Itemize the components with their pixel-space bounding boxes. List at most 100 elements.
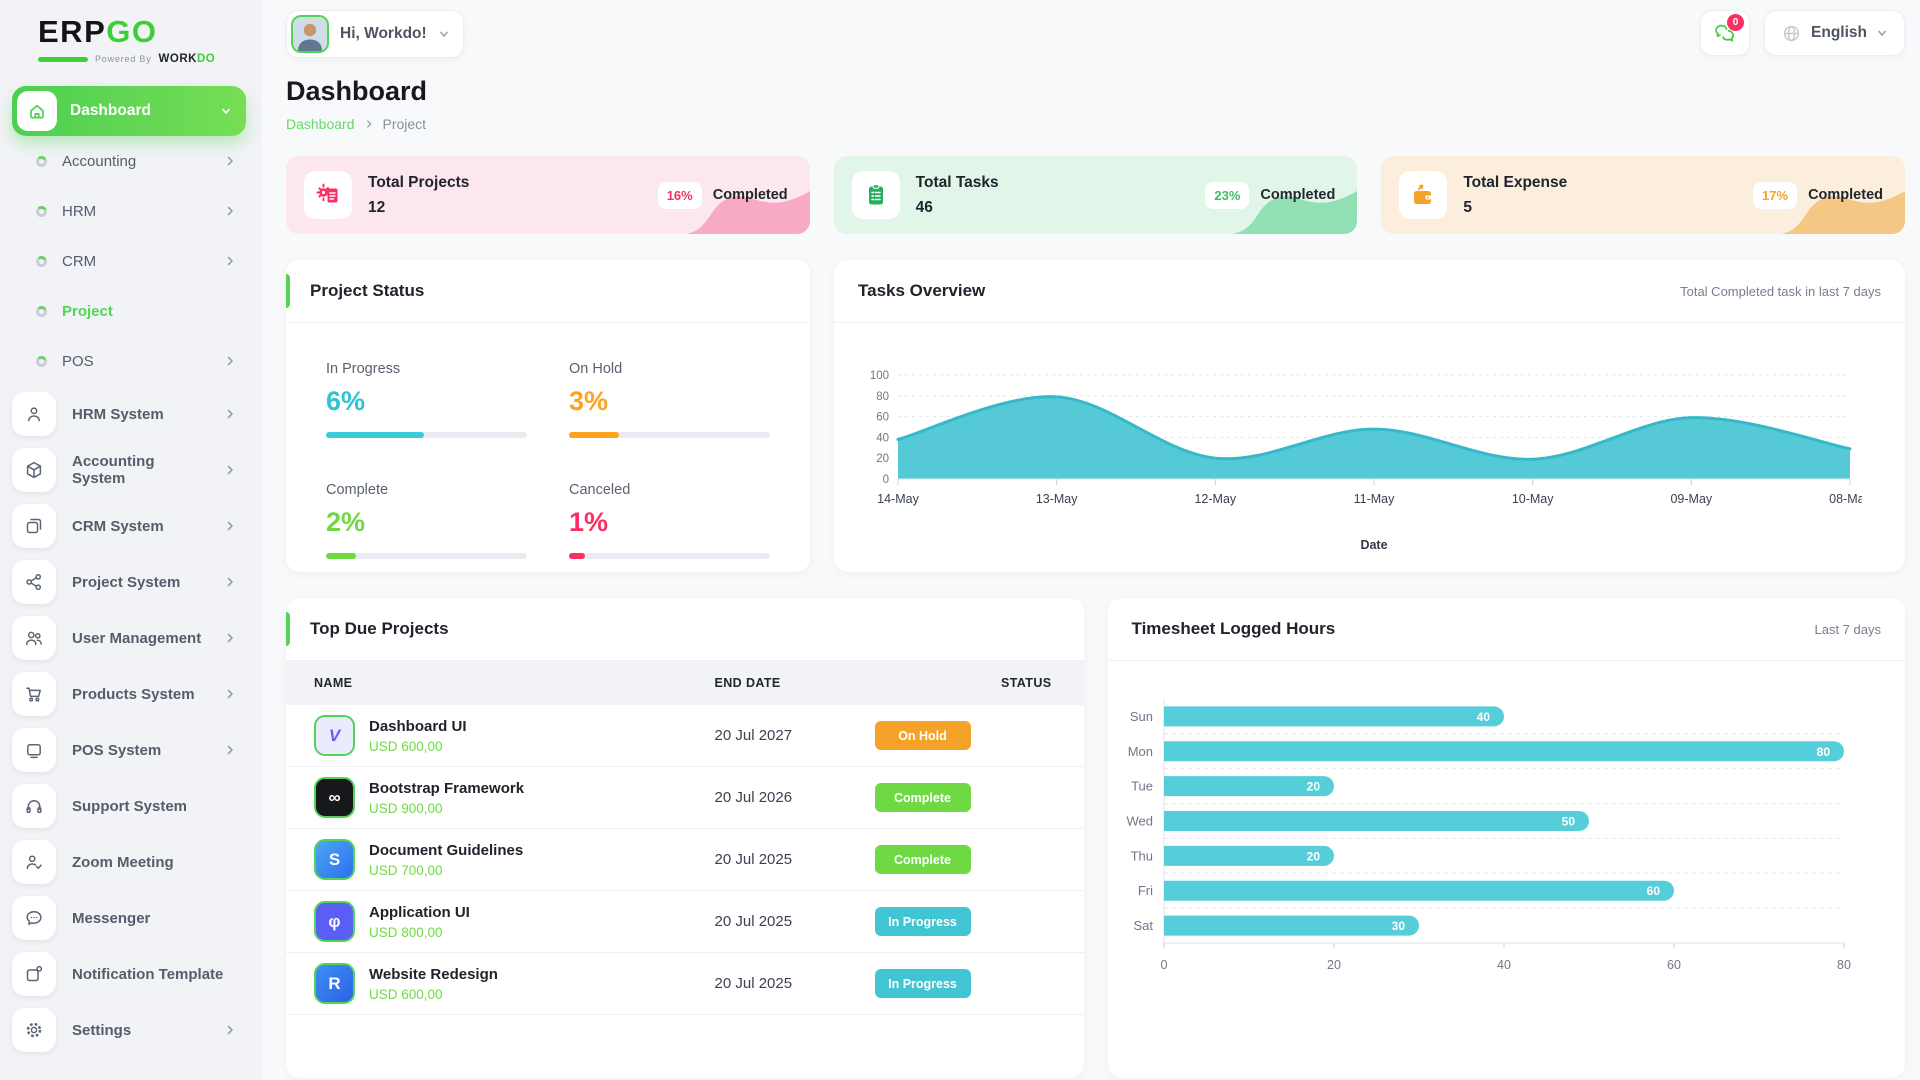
sidebar-item-notification-template[interactable]: Notification Template [12, 946, 246, 1002]
panel-title: Tasks Overview [858, 281, 985, 301]
svg-text:40: 40 [1497, 958, 1511, 972]
bullet-icon [36, 156, 47, 167]
table-row[interactable]: S Document Guidelines USD 700,00 20 Jul … [286, 829, 1084, 891]
stat-value: 12 [368, 199, 642, 217]
top-bar: Hi, Workdo! 0 English [286, 0, 1905, 58]
svg-text:0: 0 [1160, 958, 1167, 972]
progress-track [569, 432, 770, 438]
sidebar-item-crm[interactable]: CRM [12, 236, 246, 286]
layers-icon [12, 504, 56, 548]
project-end-date: 20 Jul 2026 [715, 789, 875, 806]
stat-card-total-projects: Total Projects 12 16% Completed [286, 156, 810, 234]
svg-text:0: 0 [883, 474, 889, 486]
stat-title: Total Projects [368, 174, 642, 192]
stat-card-total-tasks: Total Tasks 46 23% Completed [834, 156, 1358, 234]
tasks-overview-panel: Tasks Overview Total Completed task in l… [834, 260, 1905, 572]
sidebar-item-user-management[interactable]: User Management [12, 610, 246, 666]
svg-text:40: 40 [876, 432, 889, 444]
progress-fill [326, 432, 424, 438]
project-price: USD 600,00 [369, 739, 467, 754]
sidebar-item-pos-system[interactable]: POS System [12, 722, 246, 778]
project-avatar: S [314, 839, 355, 880]
sidebar-item-settings[interactable]: Settings [12, 1002, 246, 1058]
person-check-icon [12, 840, 56, 884]
table-row[interactable]: R Website Redesign USD 600,00 20 Jul 202… [286, 953, 1084, 1015]
bullet-icon [36, 306, 47, 317]
sidebar-item-support-system[interactable]: Support System [12, 778, 246, 834]
logo-wordmark: ERPGO [38, 16, 262, 47]
breadcrumb-dashboard-link[interactable]: Dashboard [286, 116, 355, 132]
stat-title: Total Tasks [916, 174, 1190, 192]
sidebar-item-hrm[interactable]: HRM [12, 186, 246, 236]
project-price: USD 600,00 [369, 987, 498, 1002]
svg-text:80: 80 [1837, 958, 1851, 972]
language-selector[interactable]: English [1764, 10, 1905, 56]
home-icon [17, 91, 57, 131]
chevron-right-icon [224, 576, 236, 588]
table-row[interactable]: ∞ Bootstrap Framework USD 900,00 20 Jul … [286, 767, 1084, 829]
stat-title: Total Expense [1463, 174, 1737, 192]
project-name: Document Guidelines [369, 842, 523, 859]
progress-fill [569, 553, 585, 559]
chevron-right-icon [224, 355, 236, 367]
sidebar-item-accounting-system[interactable]: Accounting System [12, 442, 246, 498]
cart-icon [12, 672, 56, 716]
svg-text:80: 80 [876, 391, 889, 403]
stat-completed-label: Completed [1808, 187, 1883, 203]
panel-title: Project Status [310, 281, 424, 301]
chevron-right-icon [224, 408, 236, 420]
chevron-right-icon [224, 464, 236, 476]
table-row[interactable]: V Dashboard UI USD 600,00 20 Jul 2027 On… [286, 705, 1084, 767]
stat-card-total-expense: Total Expense 5 17% Completed [1381, 156, 1905, 234]
svg-text:Date: Date [1360, 538, 1387, 552]
sidebar-item-project[interactable]: Project [12, 286, 246, 336]
app-logo[interactable]: ERPGO Powered By WORKDO [12, 0, 262, 86]
chevron-right-icon [224, 688, 236, 700]
project-price: USD 700,00 [369, 863, 523, 878]
bullet-icon [36, 206, 47, 217]
svg-text:Thu: Thu [1130, 848, 1152, 863]
notification-count-badge: 0 [1727, 14, 1744, 31]
top-due-projects-panel: Top Due Projects NAME END DATE STATUS V … [286, 598, 1084, 1078]
table-row[interactable]: φ Application UI USD 800,00 20 Jul 2025 … [286, 891, 1084, 953]
project-avatar: φ [314, 901, 355, 942]
sidebar-item-accounting[interactable]: Accounting [12, 136, 246, 186]
svg-text:10-May: 10-May [1512, 492, 1554, 506]
sidebar-item-zoom-meeting[interactable]: Zoom Meeting [12, 834, 246, 890]
stat-completed-label: Completed [1260, 187, 1335, 203]
svg-text:20: 20 [876, 453, 889, 465]
sidebar-item-dashboard[interactable]: Dashboard [12, 86, 246, 136]
stat-percent-badge: 23% [1205, 182, 1249, 209]
greeting-text: Hi, Workdo! [340, 25, 427, 43]
status-badge: In Progress [875, 907, 971, 936]
profile-menu[interactable]: Hi, Workdo! [286, 10, 464, 58]
sidebar-item-project-system[interactable]: Project System [12, 554, 246, 610]
chevron-right-icon [224, 155, 236, 167]
users-icon [12, 616, 56, 660]
stat-percent-badge: 17% [1753, 182, 1797, 209]
project-end-date: 20 Jul 2025 [715, 913, 875, 930]
person-icon [12, 392, 56, 436]
project-name: Dashboard UI [369, 718, 467, 735]
sidebar-item-messenger[interactable]: Messenger [12, 890, 246, 946]
status-canceled: Canceled 1% [569, 482, 770, 559]
notifications-button[interactable]: 0 [1700, 10, 1750, 56]
bullet-icon [36, 256, 47, 267]
notification-template-icon [12, 952, 56, 996]
project-avatar: V [314, 715, 355, 756]
chat-bubble-icon [12, 896, 56, 940]
cube-icon [12, 448, 56, 492]
sidebar-item-pos[interactable]: POS [12, 336, 246, 386]
stats-row: Total Projects 12 16% Completed Total Ta… [286, 156, 1905, 234]
logo-underline [38, 57, 88, 62]
project-end-date: 20 Jul 2025 [715, 975, 875, 992]
sidebar-item-crm-system[interactable]: CRM System [12, 498, 246, 554]
sidebar-item-products-system[interactable]: Products System [12, 666, 246, 722]
timesheet-chart: 40Sun80Mon20Tue50Wed20Thu60Fri30Sat02040… [1108, 661, 1906, 983]
logo-workdo: WORKDO [159, 53, 216, 65]
bullet-icon [36, 356, 47, 367]
project-avatar: ∞ [314, 777, 355, 818]
expense-icon [1399, 171, 1447, 219]
progress-fill [569, 432, 619, 438]
sidebar-item-hrm-system[interactable]: HRM System [12, 386, 246, 442]
